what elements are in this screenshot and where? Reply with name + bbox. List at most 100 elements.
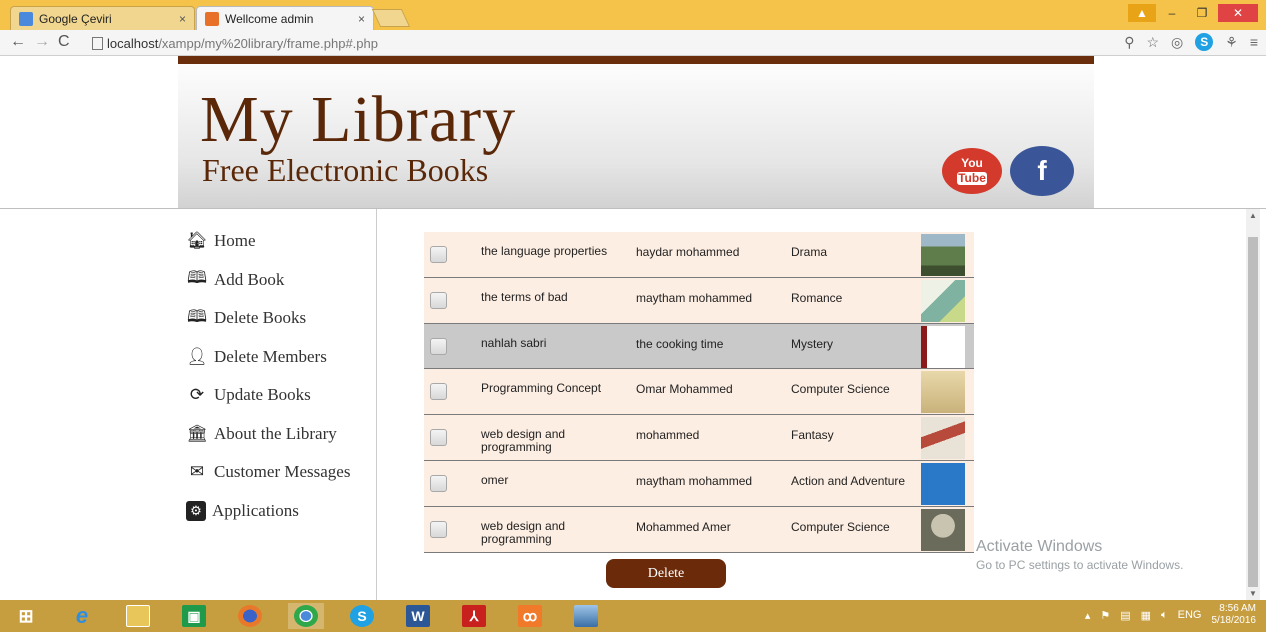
table-row: nahlah sabri the cooking time Mystery — [424, 323, 974, 370]
store-icon[interactable]: ▣ — [176, 603, 212, 629]
sidebar-item-applications[interactable]: ⚙ Applications — [186, 492, 376, 531]
youtube-text-top: You — [961, 156, 983, 170]
book-cover-image — [921, 508, 965, 551]
row-checkbox[interactable] — [430, 520, 447, 538]
key-icon[interactable]: ⚲ — [1124, 34, 1134, 51]
book-name: Programming Concept — [481, 381, 602, 396]
book-genre: Action and Adventure — [791, 473, 906, 488]
tab-google-translate[interactable]: Google Çeviri × — [10, 6, 195, 30]
row-checkbox[interactable] — [430, 474, 447, 492]
sidebar-nav: 🏠︎ Home 🕮 Add Book 🕮 Delete Books 👤︎ Del… — [186, 222, 376, 530]
scroll-down-icon[interactable]: ▼ — [1249, 589, 1257, 598]
input-language[interactable]: ENG — [1178, 609, 1202, 621]
new-tab-button[interactable] — [371, 9, 411, 27]
activate-windows-subtitle: Go to PC settings to activate Windows. — [976, 558, 1184, 572]
reload-icon[interactable]: C — [58, 33, 70, 51]
menu-icon[interactable]: ≡ — [1250, 34, 1258, 50]
sidebar-item-delete-members[interactable]: 👤︎ Delete Members — [186, 338, 376, 377]
profile-icon[interactable]: ▲ — [1128, 4, 1156, 22]
sidebar-item-update-books[interactable]: ⟳ Update Books — [186, 376, 376, 415]
page-icon — [92, 36, 103, 50]
close-window-icon[interactable]: ✕ — [1218, 4, 1258, 22]
sidebar-item-customer-messages[interactable]: ✉ Customer Messages — [186, 453, 376, 492]
skype-icon[interactable]: S — [344, 603, 380, 629]
firefox-icon[interactable] — [232, 603, 268, 629]
sidebar-item-home[interactable]: 🏠︎ Home — [186, 222, 376, 261]
xampp-icon[interactable]: ꝏ — [512, 603, 548, 629]
skype-extension-icon[interactable]: S — [1195, 33, 1214, 51]
sidebar-item-about-library[interactable]: 🏛︎ About the Library — [186, 415, 376, 454]
sidebar-item-label: Applications — [212, 500, 299, 520]
maximize-icon[interactable]: ❐ — [1188, 4, 1216, 22]
book-name: the language properties — [481, 244, 608, 258]
youtube-text-bottom: Tube — [957, 171, 987, 185]
delete-button[interactable]: Delete — [606, 559, 726, 588]
header-top-bar — [178, 56, 1094, 64]
tab-wellcome-admin[interactable]: Wellcome admin × — [196, 6, 374, 30]
page-scrollbar[interactable]: ▲ ▼ — [1246, 209, 1260, 600]
book-cover-image — [921, 371, 965, 414]
battery-icon[interactable]: ▤ — [1120, 609, 1130, 622]
refresh-icon: ⟳ — [189, 385, 205, 405]
scroll-thumb[interactable] — [1248, 237, 1258, 587]
word-icon[interactable]: W — [400, 603, 436, 629]
facebook-icon[interactable]: f — [1010, 146, 1074, 196]
apps-icon: ⚙ — [186, 500, 206, 521]
xampp-favicon-icon — [205, 11, 219, 26]
browser-toolbar: ← → C localhost /xampp/my%20library/fram… — [0, 30, 1266, 56]
sidebar-item-label: Update Books — [214, 385, 311, 405]
close-tab-icon[interactable]: × — [358, 12, 365, 26]
acrobat-icon[interactable]: ⅄ — [456, 603, 492, 629]
book-name: nahlah sabri — [481, 335, 547, 350]
books-table: the language properties haydar mohammed … — [424, 232, 974, 553]
address-bar[interactable]: localhost /xampp/my%20library/frame.php#… — [92, 33, 1092, 53]
minimize-icon[interactable]: – — [1158, 4, 1186, 22]
book-cover-image — [921, 234, 965, 276]
clock[interactable]: 8:56 AM 5/18/2016 — [1212, 603, 1257, 627]
row-checkbox[interactable] — [430, 383, 447, 401]
book-genre: Computer Science — [791, 519, 890, 534]
bookmark-star-icon[interactable]: ☆ — [1146, 34, 1159, 51]
table-row: web design and programming mohammed Fant… — [424, 415, 974, 461]
open-book-icon: 🕮 — [186, 268, 208, 288]
clock-date: 5/18/2016 — [1211, 615, 1257, 626]
book-genre: Computer Science — [791, 382, 890, 397]
puzzle-extension-icon[interactable]: ⚘ — [1225, 34, 1238, 51]
book-genre: Romance — [791, 290, 843, 305]
extension-circle-icon[interactable]: ◎ — [1171, 34, 1183, 51]
row-checkbox[interactable] — [430, 337, 447, 355]
book-cover-image — [921, 417, 965, 460]
book-genre: Drama — [791, 245, 828, 259]
site-header: My Library Free Electronic Books You Tube… — [178, 56, 1094, 208]
book-author: mohammed — [636, 428, 700, 443]
forward-arrow-icon[interactable]: → — [34, 33, 50, 51]
url-path: /xampp/my%20library/frame.php#.php — [158, 35, 378, 51]
window-controls: ▲ – ❐ ✕ — [1128, 4, 1258, 22]
row-checkbox[interactable] — [430, 246, 447, 263]
chrome-icon[interactable] — [288, 603, 324, 629]
row-checkbox[interactable] — [430, 429, 447, 447]
internet-explorer-icon[interactable]: e — [64, 603, 100, 629]
site-title: My Library — [200, 83, 517, 156]
windows-start-icon[interactable]: ⊞ — [8, 603, 44, 629]
table-row: web design and programming Mohammed Amer… — [424, 506, 974, 553]
book-genre: Mystery — [791, 336, 833, 351]
back-arrow-icon[interactable]: ← — [10, 33, 26, 51]
photos-icon[interactable] — [568, 603, 604, 629]
flag-icon[interactable]: ⚑ — [1100, 609, 1110, 622]
sidebar-item-add-book[interactable]: 🕮 Add Book — [186, 261, 376, 300]
volume-icon[interactable]: 🔈︎ — [1161, 609, 1168, 622]
activate-windows-title: Activate Windows — [976, 538, 1103, 555]
tray-expand-icon[interactable]: ▴ — [1085, 609, 1091, 622]
row-checkbox[interactable] — [430, 291, 447, 309]
file-explorer-icon[interactable] — [120, 603, 156, 629]
close-tab-icon[interactable]: × — [179, 12, 186, 26]
youtube-icon[interactable]: You Tube — [942, 148, 1002, 194]
network-icon[interactable]: ▦ — [1141, 609, 1151, 622]
book-cover-image — [921, 279, 965, 322]
sidebar-item-label: Home — [214, 231, 256, 251]
book-author: maytham mohammed — [636, 290, 753, 305]
sidebar-item-delete-books[interactable]: 🕮 Delete Books — [186, 299, 376, 338]
book-name: the terms of bad — [481, 289, 568, 304]
scroll-up-icon[interactable]: ▲ — [1249, 211, 1257, 220]
